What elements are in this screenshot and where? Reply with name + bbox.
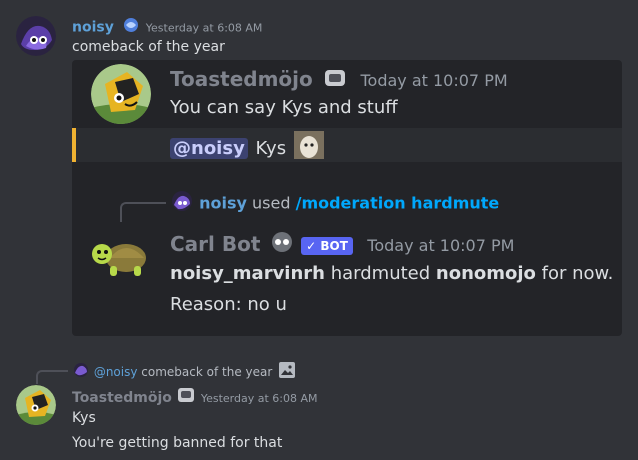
mention-noisy[interactable]: @noisy xyxy=(170,138,248,159)
author-name[interactable]: noisy xyxy=(72,20,114,36)
quote-text: Kys xyxy=(255,138,287,159)
timestamp: Yesterday at 6:08 AM xyxy=(145,21,263,35)
bot-tag: ✓ BOT xyxy=(301,236,353,255)
bot-duration: for now. xyxy=(535,263,614,284)
avatar-noisy-small xyxy=(170,190,194,218)
highlighted-message xyxy=(72,128,622,162)
timestamp: Today at 10:07 PM xyxy=(367,236,515,255)
avatar-noisy[interactable] xyxy=(16,16,56,56)
bot-actor: noisy_marvinrh xyxy=(170,263,325,284)
bot-tag-label: BOT xyxy=(320,238,348,253)
bot-action: hardmuted xyxy=(325,263,436,284)
message-text: You're getting banned for that xyxy=(72,435,283,451)
reply-mention[interactable]: @noisy xyxy=(94,365,138,379)
timestamp: Yesterday at 6:08 AM xyxy=(200,392,318,405)
embed-message-text: You can say Kys and stuff xyxy=(170,97,398,118)
command-user[interactable]: noisy xyxy=(199,194,247,213)
reply-connector xyxy=(36,370,68,384)
avatar-toastedmojo[interactable] xyxy=(91,64,151,124)
author-name[interactable]: Carl Bot xyxy=(170,232,260,256)
author-name[interactable]: Toastedmöjo xyxy=(170,67,313,91)
bot-target: nonomojo xyxy=(435,263,536,284)
command-used-label: used xyxy=(252,193,291,213)
badge-icon xyxy=(269,231,295,260)
checkmark-icon: ✓ xyxy=(306,238,317,253)
badge-icon xyxy=(322,67,348,95)
message-text: Kys xyxy=(72,410,96,426)
avatar-noisy-small xyxy=(72,362,90,383)
avatar-toastedmojo[interactable] xyxy=(16,385,56,425)
message-text: comeback of the year xyxy=(72,39,225,55)
badge-icon xyxy=(121,17,141,38)
reply-preview-text[interactable]: comeback of the year xyxy=(141,365,272,379)
avatar-carl-bot[interactable] xyxy=(88,232,152,278)
command-name[interactable]: /moderation hardmute xyxy=(296,194,500,213)
emoji-image xyxy=(293,131,324,167)
highlight-bar xyxy=(72,128,76,162)
bot-reason: Reason: no u xyxy=(170,294,287,315)
reply-connector xyxy=(120,202,166,222)
image-icon xyxy=(278,361,296,384)
badge-icon xyxy=(176,386,196,410)
timestamp: Today at 10:07 PM xyxy=(360,71,508,90)
author-name[interactable]: Toastedmöjo xyxy=(72,390,172,406)
